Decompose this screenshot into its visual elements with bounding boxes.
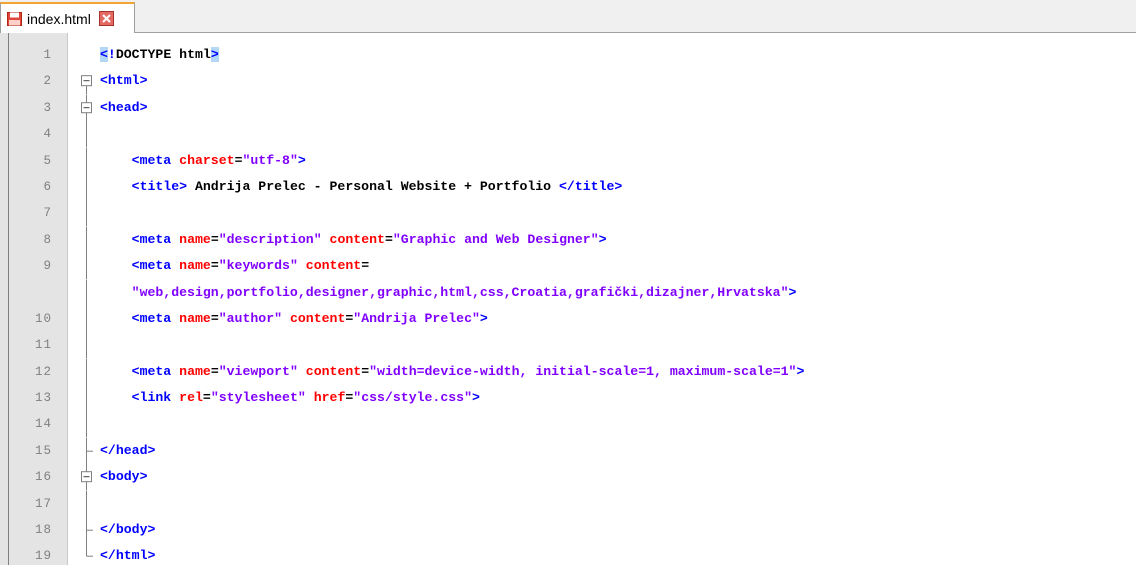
line-number: 6 [43, 179, 52, 194]
line-number: 8 [43, 232, 52, 247]
code-line[interactable]: 19 </html> [0, 543, 1136, 565]
fold-end [80, 517, 94, 544]
line-number: 1 [43, 48, 52, 62]
fold-minus-icon[interactable] [80, 464, 94, 491]
fold-minus-icon[interactable] [80, 68, 94, 95]
line-number: 17 [34, 496, 52, 511]
code-line[interactable]: 14 [0, 411, 1136, 438]
fold-line [80, 490, 94, 518]
code-text: </head> [100, 442, 156, 458]
fold-line [80, 358, 94, 386]
editor-window: index.html 1 <!DOCTYPE html> 2 <html> 3 <head… [0, 0, 1136, 565]
code-text: <meta charset="utf-8"> [131, 152, 306, 168]
line-number: 3 [43, 100, 52, 115]
code-line[interactable]: 13 <link rel="stylesheet" href="css/styl… [0, 385, 1136, 412]
code-line[interactable]: 17 [0, 490, 1136, 518]
tab-label: index.html [27, 10, 91, 27]
fold-line [80, 121, 94, 148]
fold-end [80, 437, 94, 465]
line-number: 9 [43, 259, 52, 274]
code-line[interactable]: 3 <head> [0, 94, 1136, 122]
fold-line [80, 385, 94, 412]
code-text: <meta name="author" content="Andrija Pre… [131, 310, 488, 326]
fold-line [80, 279, 94, 306]
line-number: 4 [43, 127, 52, 142]
line-number: 16 [34, 470, 52, 485]
code-line[interactable]: 11 [0, 332, 1136, 359]
line-number: 14 [34, 417, 52, 432]
code-text: <meta name="keywords" content= [131, 258, 370, 274]
code-line[interactable]: 4 [0, 121, 1136, 148]
tab-index-html[interactable]: index.html [0, 2, 135, 33]
line-number: 12 [34, 364, 52, 379]
fold-line [80, 411, 94, 438]
code-text: <html> [100, 73, 148, 89]
code-line[interactable]: "web,design,portfolio,designer,graphic,h… [0, 279, 1136, 306]
fold-line [80, 332, 94, 359]
fold-line [80, 226, 94, 254]
code-text: <title> Andrija Prelec - Personal Websit… [131, 178, 623, 194]
fold-line [80, 173, 94, 201]
line-number: 13 [34, 391, 52, 406]
code-text: <!DOCTYPE html> [100, 47, 219, 62]
code-text: <head> [100, 99, 148, 115]
code-line[interactable]: 16 <body> [0, 464, 1136, 491]
code-text: <link rel="stylesheet" href="css/style.c… [131, 390, 480, 406]
fold-end [80, 543, 94, 565]
code-area[interactable]: 1 <!DOCTYPE html> 2 <html> 3 <head> 4 5 <meta c… [0, 42, 1136, 565]
code-line[interactable]: 1 <!DOCTYPE html> [0, 42, 1136, 68]
line-number: 5 [43, 153, 52, 168]
fold-line [80, 305, 94, 333]
code-line[interactable]: 7 [0, 200, 1136, 227]
fold-line [80, 253, 94, 280]
code-line[interactable]: 6 <title> Andrija Prelec - Personal Webs… [0, 173, 1136, 201]
line-number: 15 [34, 443, 52, 458]
code-line[interactable]: 18 </body> [0, 517, 1136, 544]
code-text: "web,design,portfolio,designer,graphic,h… [131, 284, 797, 300]
code-text: </body> [100, 522, 156, 538]
fold-line [80, 200, 94, 227]
close-icon[interactable] [98, 11, 114, 26]
code-text: </html> [100, 548, 156, 564]
code-text: <meta name="viewport" content="width=dev… [131, 363, 805, 379]
code-line[interactable]: 5 <meta charset="utf-8"> [0, 147, 1136, 174]
code-text: <body> [100, 469, 148, 485]
code-line[interactable]: 10 <meta name="author" content="Andrija … [0, 305, 1136, 333]
code-line[interactable]: 12 <meta name="viewport" content="width=… [0, 358, 1136, 386]
line-number: 19 [34, 549, 52, 564]
line-number: 18 [34, 523, 52, 538]
code-line[interactable]: 8 <meta name="description" content="Grap… [0, 226, 1136, 254]
code-text: <meta name="description" content="Graphi… [131, 231, 607, 247]
line-number: 11 [34, 338, 52, 353]
fold-blank [80, 42, 94, 68]
code-line[interactable]: 15 </head> [0, 437, 1136, 465]
fold-line [80, 147, 94, 174]
line-number: 10 [34, 311, 52, 326]
line-number: 7 [43, 206, 52, 221]
fold-minus-icon[interactable] [80, 94, 94, 122]
code-line[interactable]: 2 <html> [0, 68, 1136, 95]
save-disk-icon [7, 11, 22, 26]
code-line[interactable]: 9 <meta name="keywords" content= [0, 253, 1136, 280]
tab-bar: index.html [0, 0, 1136, 33]
line-number: 2 [43, 74, 52, 89]
